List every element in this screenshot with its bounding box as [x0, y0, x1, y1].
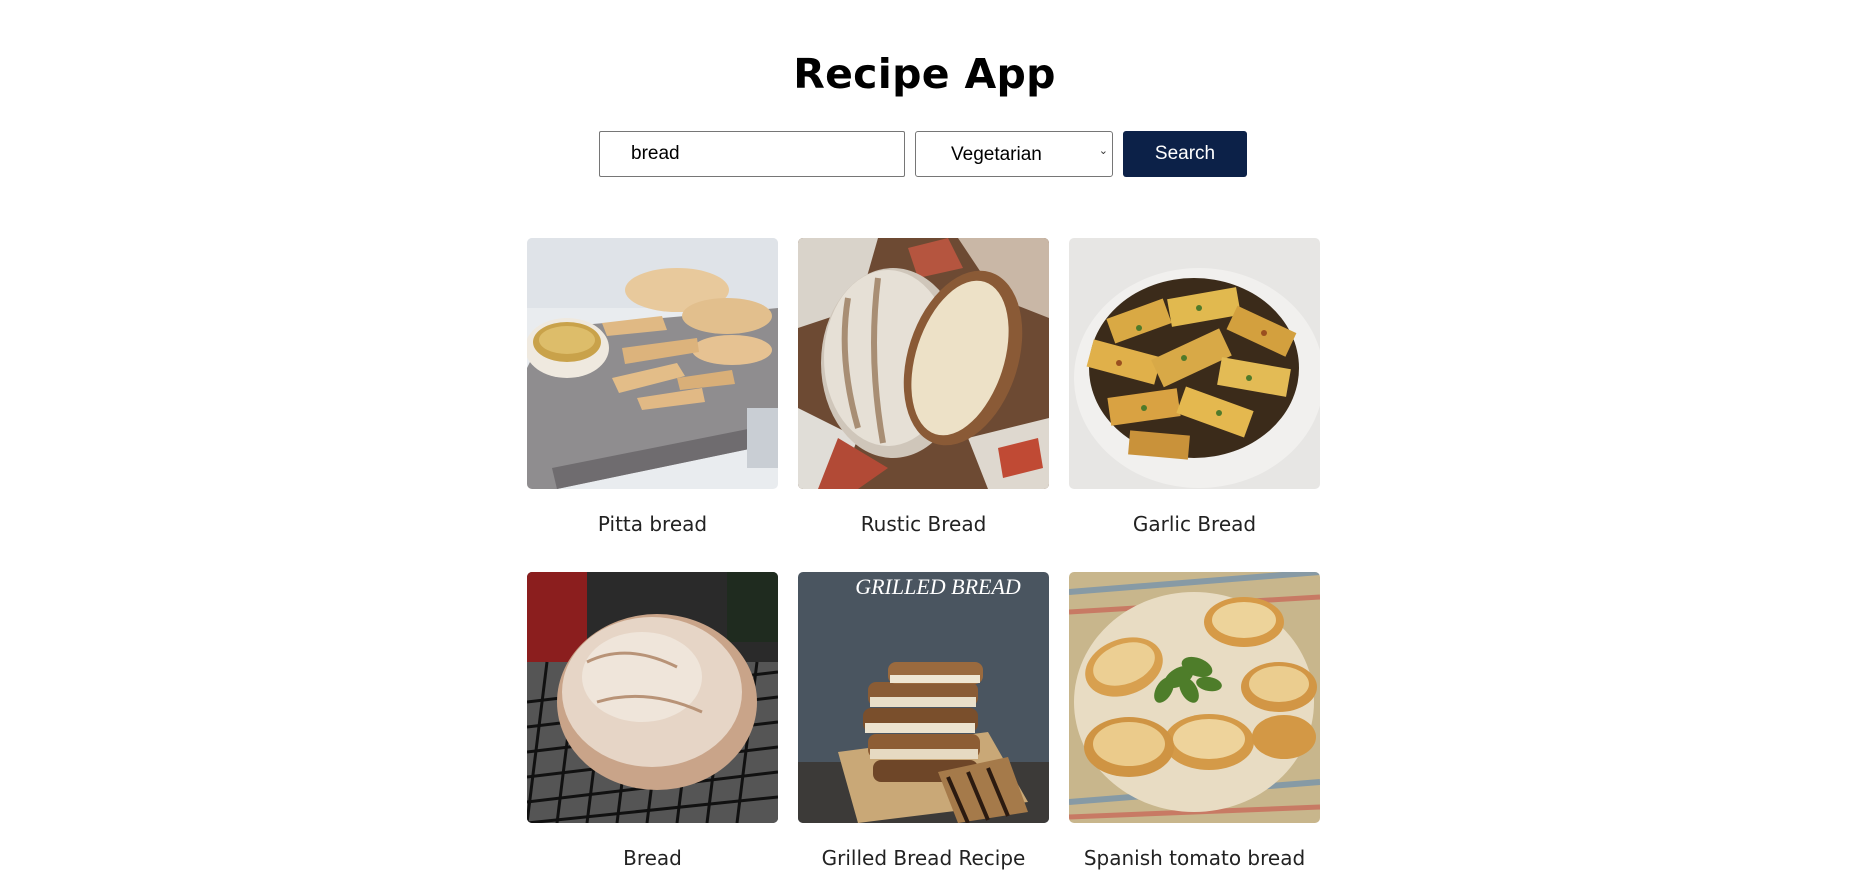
search-input[interactable] [599, 131, 905, 177]
recipe-card[interactable]: Bread [527, 572, 778, 870]
chevron-down-icon: ⌄ [1098, 145, 1108, 157]
page-title: Recipe App [793, 50, 1056, 98]
diet-filter-select[interactable]: Vegetarian ⌄ [915, 131, 1113, 177]
recipe-card[interactable]: Rustic Bread [798, 238, 1049, 536]
recipe-title[interactable]: Grilled Bread Recipe [778, 846, 1069, 870]
recipe-title[interactable]: Bread [507, 846, 798, 870]
recipe-image[interactable]: GRILLED BREAD [798, 572, 1049, 823]
recipe-title[interactable]: Rustic Bread [778, 512, 1069, 536]
recipe-title[interactable]: Garlic Bread [1049, 512, 1340, 536]
recipe-image[interactable] [798, 238, 1049, 489]
diet-filter-value: Vegetarian [951, 144, 1042, 165]
recipe-image[interactable] [1069, 572, 1320, 823]
recipe-card[interactable]: Garlic Bread [1069, 238, 1320, 536]
recipe-title[interactable]: Pitta bread [507, 512, 798, 536]
recipe-card[interactable]: Pitta bread [527, 238, 778, 536]
recipe-app-page: Recipe App Vegetarian ⌄ Search [0, 0, 1849, 887]
recipe-image[interactable] [527, 572, 778, 823]
recipe-image[interactable] [1069, 238, 1320, 489]
search-button[interactable]: Search [1123, 131, 1247, 177]
recipe-image[interactable] [527, 238, 778, 489]
image-caption: GRILLED BREAD [855, 574, 1021, 599]
recipe-card[interactable]: Spanish tomato bread [1069, 572, 1320, 870]
recipe-card[interactable]: GRILLED BREAD Grilled Bread Recipe [798, 572, 1049, 870]
recipe-title[interactable]: Spanish tomato bread [1049, 846, 1340, 870]
